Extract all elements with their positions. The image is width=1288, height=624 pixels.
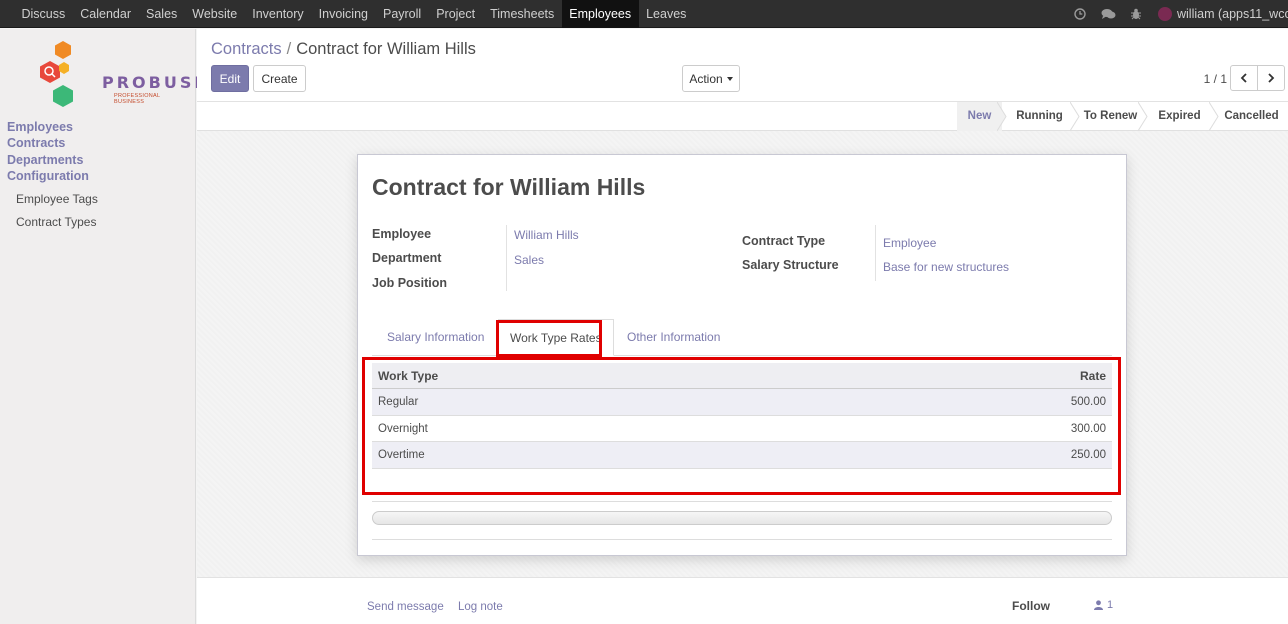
field-department[interactable]: Sales	[514, 253, 544, 267]
app-menu: Discuss Calendar Sales Website Inventory…	[14, 0, 694, 28]
stage-cancelled[interactable]: Cancelled	[1215, 102, 1288, 131]
stage-separator	[1138, 102, 1148, 131]
clock-icon[interactable]	[1066, 0, 1094, 28]
company-logo[interactable]: PROBUSE PROFESSIONAL BUSINESS	[36, 41, 205, 107]
menu-leaves[interactable]: Leaves	[639, 0, 694, 28]
pager-next-button[interactable]	[1257, 65, 1285, 91]
sidebar-section-departments[interactable]: Departments	[7, 153, 83, 167]
stage-expired[interactable]: Expired	[1144, 102, 1215, 131]
tab-salary-information[interactable]: Salary Information	[387, 319, 484, 356]
action-dropdown[interactable]: Action	[682, 65, 740, 92]
section-divider	[372, 539, 1112, 540]
menu-invoicing[interactable]: Invoicing	[311, 0, 375, 28]
sidebar-item-employee-tags[interactable]: Employee Tags	[16, 192, 98, 206]
field-contract-type[interactable]: Employee	[883, 236, 936, 250]
action-label: Action	[689, 71, 723, 86]
label-contract-type: Contract Type	[742, 234, 826, 248]
bug-icon[interactable]	[1122, 0, 1150, 28]
stage-separator	[1209, 102, 1219, 131]
stage-separator	[997, 102, 1007, 131]
horizontal-scrollbar[interactable]	[372, 511, 1112, 525]
tab-other-information[interactable]: Other Information	[627, 319, 720, 356]
breadcrumb-contracts[interactable]: Contracts	[211, 40, 282, 58]
caret-down-icon	[726, 76, 733, 81]
chatter: Send message Log note Follow 1	[197, 577, 1288, 624]
menu-inventory[interactable]: Inventory	[245, 0, 311, 28]
field-salary-structure[interactable]: Base for new structures	[883, 260, 1009, 274]
user-icon	[1094, 600, 1103, 610]
create-button[interactable]: Create	[253, 65, 306, 92]
stage-to-renew[interactable]: To Renew	[1077, 102, 1144, 131]
menu-timesheets[interactable]: Timesheets	[483, 0, 562, 28]
chevron-right-icon	[1268, 73, 1275, 83]
menu-discuss[interactable]: Discuss	[14, 0, 73, 28]
form-view: New Running To Renew Expired Cancelled C…	[197, 102, 1288, 577]
status-bar: New Running To Renew Expired Cancelled	[197, 102, 1288, 131]
edit-button[interactable]: Edit	[211, 65, 249, 92]
chevron-left-icon	[1240, 73, 1247, 83]
menu-sales[interactable]: Sales	[139, 0, 185, 28]
menu-payroll[interactable]: Payroll	[375, 0, 428, 28]
followers-button[interactable]: 1	[1094, 599, 1113, 611]
logo-name: PROBUSE	[102, 73, 209, 92]
sidebar-section-configuration[interactable]: Configuration	[7, 169, 89, 183]
field-divider	[506, 225, 507, 291]
chat-icon[interactable]	[1094, 0, 1122, 28]
label-job-position: Job Position	[372, 276, 447, 290]
follow-button[interactable]: Follow	[1012, 599, 1050, 613]
log-note-button[interactable]: Log note	[458, 601, 503, 613]
contract-title: Contract for William Hills	[372, 174, 646, 200]
user-avatar[interactable]	[1158, 7, 1172, 21]
menu-project[interactable]: Project	[429, 0, 483, 28]
stage-separator	[1070, 102, 1080, 131]
menu-website[interactable]: Website	[185, 0, 245, 28]
sidebar: PROBUSE PROFESSIONAL BUSINESS Employees …	[0, 29, 205, 624]
breadcrumb-separator: /	[286, 40, 292, 58]
label-department: Department	[372, 251, 442, 265]
stage-new[interactable]: New	[957, 102, 1002, 131]
menu-calendar[interactable]: Calendar	[73, 0, 139, 28]
followers-count: 1	[1107, 599, 1114, 611]
form-sheet: Contract for William Hills Employee Depa…	[357, 154, 1127, 556]
label-salary-structure: Salary Structure	[742, 258, 839, 272]
breadcrumb-current: Contract for William Hills	[296, 40, 476, 58]
top-navbar: Discuss Calendar Sales Website Inventory…	[0, 0, 1288, 28]
pager-value[interactable]: 1 / 1	[1204, 72, 1227, 86]
tab-highlight-box	[496, 320, 602, 357]
breadcrumb: Contracts / Contract for William Hills	[211, 40, 476, 59]
sidebar-section-employees[interactable]: Employees	[7, 120, 73, 134]
control-panel: Contracts / Contract for William Hills Edi…	[197, 29, 1288, 102]
field-employee[interactable]: William Hills	[514, 228, 579, 242]
stage-running[interactable]: Running	[1002, 102, 1077, 131]
section-divider	[372, 501, 1112, 502]
sidebar-item-contract-types[interactable]: Contract Types	[16, 215, 96, 229]
systray: william (apps11_wcoo	[1066, 0, 1288, 28]
menu-employees[interactable]: Employees	[561, 0, 639, 28]
label-employee: Employee	[372, 227, 432, 241]
user-menu[interactable]: william (apps11_wcoo	[1177, 7, 1288, 21]
table-highlight-box	[362, 357, 1121, 495]
pager-previous-button[interactable]	[1230, 65, 1258, 91]
sidebar-section-contracts[interactable]: Contracts	[7, 136, 65, 150]
field-divider	[875, 225, 876, 281]
send-message-button[interactable]: Send message	[367, 601, 444, 613]
logo-tagline: PROFESSIONAL BUSINESS	[114, 93, 161, 105]
